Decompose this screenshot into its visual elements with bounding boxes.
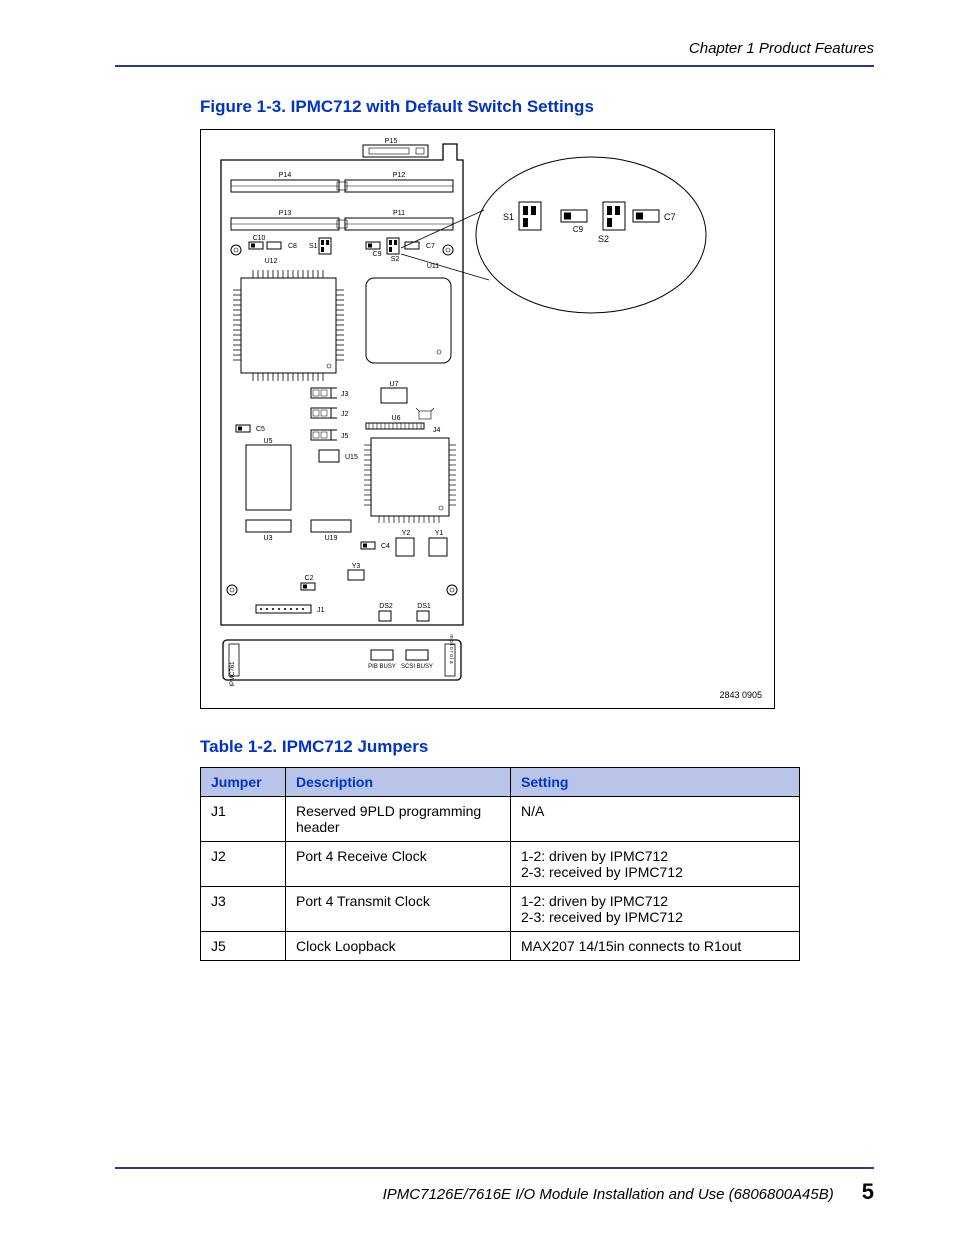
j2-label: J2 bbox=[341, 411, 349, 418]
page-footer: IPMC7126E/7616E I/O Module Installation … bbox=[115, 1167, 874, 1205]
jumpers-table: Jumper Description Setting J1 Reserved 9… bbox=[200, 767, 800, 961]
c9-label: C9 bbox=[373, 251, 382, 258]
c2-label: C2 bbox=[305, 575, 314, 582]
board-label: IPMC761 bbox=[230, 661, 236, 687]
c8-label: C8 bbox=[288, 243, 297, 250]
table-row: J3 Port 4 Transmit Clock 1-2: driven by … bbox=[201, 887, 800, 932]
page-number: 5 bbox=[862, 1179, 874, 1205]
u11-label: U11 bbox=[427, 263, 439, 270]
th-setting: Setting bbox=[511, 768, 800, 797]
cell-desc: Reserved 9PLD programming header bbox=[286, 797, 511, 842]
s1-label: S1 bbox=[309, 243, 318, 250]
th-desc: Description bbox=[286, 768, 511, 797]
p12-label: P12 bbox=[393, 172, 406, 179]
u15-label: U15 bbox=[345, 454, 358, 461]
y3-label: Y3 bbox=[352, 563, 361, 570]
cell-jumper: J2 bbox=[201, 842, 286, 887]
c7-label: C7 bbox=[426, 243, 435, 250]
p11-label: P11 bbox=[393, 210, 405, 217]
table-title: Table 1-2. IPMC712 Jumpers bbox=[200, 737, 874, 757]
ds2-label: DS2 bbox=[379, 603, 393, 610]
c5-label: C5 bbox=[256, 426, 265, 433]
u19-label: U19 bbox=[325, 535, 338, 542]
cell-desc: Port 4 Transmit Clock bbox=[286, 887, 511, 932]
table-row: J5 Clock Loopback MAX207 14/15in connect… bbox=[201, 932, 800, 961]
u6-label: U6 bbox=[392, 415, 401, 422]
cell-setting: 1-2: driven by IPMC712 2-3: received by … bbox=[511, 887, 800, 932]
p13-label: P13 bbox=[279, 210, 292, 217]
cell-desc: Port 4 Receive Clock bbox=[286, 842, 511, 887]
th-jumper: Jumper bbox=[201, 768, 286, 797]
u3-label: U3 bbox=[264, 535, 273, 542]
pib-busy-label: PIB BUSY bbox=[368, 664, 396, 670]
u12-label: U12 bbox=[265, 258, 278, 265]
table-row: J2 Port 4 Receive Clock 1-2: driven by I… bbox=[201, 842, 800, 887]
y1-label: Y1 bbox=[435, 530, 444, 537]
j1-label: J1 bbox=[317, 607, 325, 614]
cell-setting: MAX207 14/15in connects to R1out bbox=[511, 932, 800, 961]
footer-text: IPMC7126E/7616E I/O Module Installation … bbox=[383, 1186, 834, 1203]
j3-label: J3 bbox=[341, 391, 349, 398]
c10-label: C10 bbox=[253, 235, 266, 242]
p14-label: P14 bbox=[279, 172, 292, 179]
callout-s2-label: S2 bbox=[598, 234, 609, 244]
j4-label: J4 bbox=[433, 427, 441, 434]
svg-text:m o t o r o l a: m o t o r o l a bbox=[448, 634, 454, 663]
s2-label: S2 bbox=[391, 256, 400, 263]
u7-label: U7 bbox=[390, 381, 399, 388]
scsi-busy-label: SCSI BUSY bbox=[401, 664, 433, 670]
ds1-label: DS1 bbox=[417, 603, 431, 610]
callout-c9-label: C9 bbox=[573, 225, 584, 234]
callout-c7-label: C7 bbox=[664, 212, 676, 222]
table-row: J1 Reserved 9PLD programming header N/A bbox=[201, 797, 800, 842]
cell-jumper: J1 bbox=[201, 797, 286, 842]
cell-jumper: J5 bbox=[201, 932, 286, 961]
board-diagram: P15 P14 P12 P13 P11 C10 C8 S1 bbox=[200, 129, 775, 709]
p15-label: P15 bbox=[385, 138, 398, 145]
y2-label: Y2 bbox=[402, 530, 411, 537]
c4-label: C4 bbox=[381, 543, 390, 550]
diagram-id: 2843 0905 bbox=[719, 690, 762, 700]
chapter-label: Chapter 1 Product Features bbox=[689, 40, 874, 57]
figure-title: Figure 1-3. IPMC712 with Default Switch … bbox=[200, 97, 874, 117]
cell-setting: 1-2: driven by IPMC712 2-3: received by … bbox=[511, 842, 800, 887]
j5-label: J5 bbox=[341, 433, 349, 440]
page-header: Chapter 1 Product Features bbox=[115, 40, 874, 67]
cell-setting: N/A bbox=[511, 797, 800, 842]
cell-desc: Clock Loopback bbox=[286, 932, 511, 961]
callout-s1-label: S1 bbox=[503, 212, 514, 222]
cell-jumper: J3 bbox=[201, 887, 286, 932]
u5-label: U5 bbox=[264, 438, 273, 445]
